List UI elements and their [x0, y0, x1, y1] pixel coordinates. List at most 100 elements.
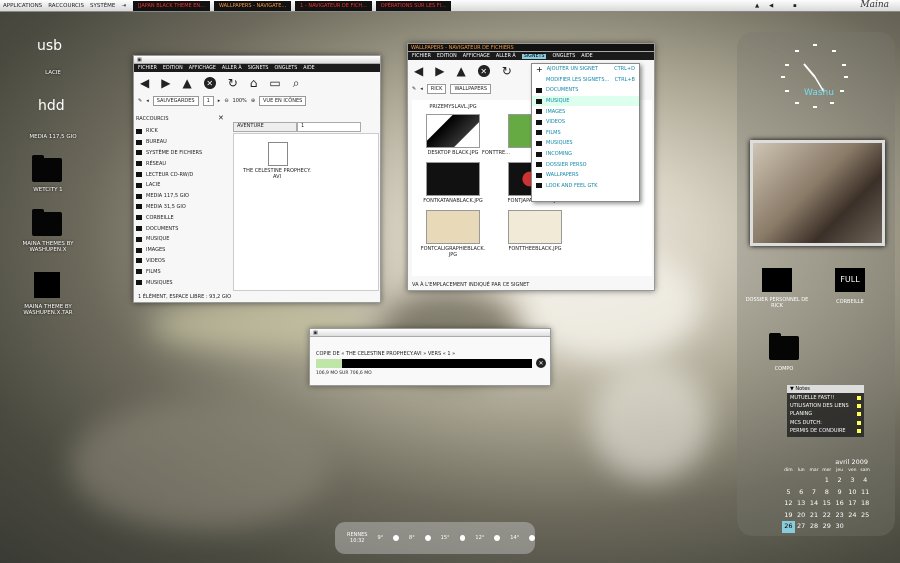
bookmark-images[interactable]: IMAGES: [532, 106, 639, 117]
wetcity-folder-icon[interactable]: [32, 155, 62, 182]
view-select[interactable]: VUE EN ICÔNES: [259, 96, 307, 106]
bookmark-films[interactable]: FILMS: [532, 128, 639, 139]
cancel-icon[interactable]: ✕: [536, 358, 546, 368]
file-label[interactable]: FONTTRE...: [482, 150, 534, 156]
path-tab-number[interactable]: 1: [202, 96, 214, 106]
path-wallpapers[interactable]: WALLPAPERS: [450, 84, 492, 94]
task-navigateur[interactable]: 1 - NAVIGATEUR DE FICH...: [295, 0, 372, 11]
video-file-icon[interactable]: [268, 142, 288, 166]
menu-affichage[interactable]: AFFICHAGE: [189, 66, 216, 71]
sidebar-item-reseau[interactable]: RÉSEAU: [136, 158, 224, 169]
tab-aventure[interactable]: AVENTURE: [233, 122, 297, 132]
wallpaper-thumb[interactable]: [426, 114, 480, 148]
file-label[interactable]: FONTTHEEBLACK.JPG: [500, 246, 570, 252]
wallpaper-thumb[interactable]: [426, 210, 480, 244]
volume-icon[interactable]: ◀: [766, 3, 776, 9]
path-sauvegardes[interactable]: SAUVEGARDES: [152, 96, 199, 106]
zoom-out-icon[interactable]: ⊖: [224, 98, 228, 104]
zoom-in-icon[interactable]: ⊕: [251, 98, 255, 104]
wallpaper-thumb[interactable]: [426, 162, 480, 196]
bookmark-musique[interactable]: MUSIQUE: [532, 95, 639, 107]
file-label[interactable]: THE CELESTINE PROPHECY. AVI: [242, 168, 312, 180]
menu-aide[interactable]: AIDE: [581, 54, 592, 59]
window-titlebar[interactable]: WALLPAPERS - NAVIGATEUR DE FICHIERS: [408, 44, 654, 52]
sidebar-item-media1[interactable]: MEDIA 117,5 GIO: [136, 191, 224, 202]
forward-icon[interactable]: ▶: [161, 76, 170, 90]
note-item[interactable]: UTILISATION DES LIENS: [787, 402, 864, 410]
mainatheme-folder-icon[interactable]: [32, 209, 62, 236]
note-item[interactable]: PLANING: [787, 410, 864, 418]
back-icon[interactable]: ◀: [140, 76, 149, 90]
up-icon[interactable]: ▲: [182, 76, 191, 90]
calendar-week[interactable]: 12 13 14 15 16 17 18: [782, 498, 872, 510]
compo-folder-icon[interactable]: [769, 333, 799, 360]
home-folder-icon[interactable]: [762, 268, 792, 292]
menu-aide[interactable]: AIDE: [303, 66, 314, 71]
sidebar-close-icon[interactable]: ✕: [218, 114, 224, 122]
sidebar-item-corbeille[interactable]: CORBEILLE: [136, 212, 224, 223]
left-arrow-icon[interactable]: ◂: [420, 86, 423, 92]
path-rick[interactable]: RICK: [426, 84, 447, 94]
sidebar-item-systeme[interactable]: SYSTÈME DE FICHIERS: [136, 148, 224, 159]
usb-label[interactable]: usb: [37, 38, 62, 54]
task-operations[interactable]: OPÉRATIONS SUR LES FI...: [375, 0, 451, 11]
file-label[interactable]: FONTKATANABLACK.JPG: [418, 198, 488, 204]
logout-icon[interactable]: ⇥: [118, 3, 129, 9]
calendar-week[interactable]: 5 6 7 8 9 10 11: [782, 487, 872, 499]
menu-signets[interactable]: SIGNETS: [248, 66, 269, 71]
forward-icon[interactable]: ▶: [435, 64, 444, 78]
notes-title[interactable]: ▼ Notes: [787, 385, 864, 394]
systeme-menu[interactable]: SYSTÈME: [87, 3, 118, 9]
file-label[interactable]: DESKTOP BLACK.JPG: [418, 150, 488, 156]
edit-location-icon[interactable]: ✎: [412, 86, 416, 92]
edit-location-icon[interactable]: ✎: [138, 98, 142, 104]
calendar-week[interactable]: 26 27 28 29 30: [782, 521, 872, 533]
notification-icon[interactable]: ▪: [790, 3, 800, 9]
left-arrow-icon[interactable]: ◂: [146, 98, 149, 104]
menu-affichage[interactable]: AFFICHAGE: [463, 54, 490, 59]
stop-icon[interactable]: ✕: [203, 77, 216, 89]
note-item[interactable]: MCS DUTCH:: [787, 419, 864, 427]
stop-icon[interactable]: ✕: [477, 65, 490, 77]
up-icon[interactable]: ▲: [456, 64, 465, 78]
sidebar-item-musiques[interactable]: MUSIQUES: [136, 277, 224, 288]
file-label[interactable]: FONTCALIGRAPHIEBLACK. JPG: [418, 246, 488, 258]
menu-signets[interactable]: SIGNETS: [521, 53, 547, 59]
menu-aller[interactable]: ALLER À: [222, 66, 242, 71]
add-bookmark-item[interactable]: + AJOUTER UN SIGNET CTRL+D: [532, 64, 639, 75]
trash-icon[interactable]: FULL: [835, 268, 865, 292]
sidebar-item-lacie[interactable]: LACIE: [136, 180, 224, 191]
menu-onglets[interactable]: ONGLETS: [552, 54, 575, 59]
note-item[interactable]: MUTUELLE FAST!!: [787, 393, 864, 401]
calendar-week[interactable]: 1234: [782, 475, 872, 487]
sidebar-item-documents[interactable]: DOCUMENTS: [136, 223, 224, 234]
tab-1[interactable]: 1: [297, 122, 361, 132]
task-wallpapers[interactable]: WALLPAPERS - NAVIGATE...: [213, 0, 292, 11]
sidebar-item-musique[interactable]: MUSIQUE: [136, 234, 224, 245]
sidebar-item-media2[interactable]: MEDIA 31,5 GIO: [136, 202, 224, 213]
reload-icon[interactable]: ↻: [228, 76, 238, 90]
search-icon[interactable]: ⌕: [293, 76, 300, 91]
menu-onglets[interactable]: ONGLETS: [274, 66, 297, 71]
menu-fichier[interactable]: FICHIER: [412, 54, 431, 59]
raccourcis-menu[interactable]: RACCOURCIS: [45, 3, 87, 9]
bookmark-documents[interactable]: DOCUMENTS: [532, 85, 639, 96]
note-item[interactable]: PERMIS DE CONDUIRE: [787, 427, 864, 435]
sidebar-header[interactable]: RACCOURCIS: [136, 116, 169, 122]
edit-bookmarks-item[interactable]: MODIFIER LES SIGNETS... CTRL+B: [532, 75, 639, 86]
calendar-month[interactable]: avril 2009: [782, 458, 872, 467]
eject-icon[interactable]: ▲: [752, 3, 762, 9]
task-japan[interactable]: [JAPAN BLACK THEME EN...: [133, 0, 210, 11]
back-icon[interactable]: ◀: [414, 64, 423, 78]
bookmark-musiques[interactable]: MUSIQUES: [532, 138, 639, 149]
sidebar-item-rick[interactable]: RICK: [136, 126, 224, 137]
wallpaper-thumb[interactable]: [508, 210, 562, 244]
window-titlebar[interactable]: ▣: [134, 56, 380, 64]
bookmark-dossier-perso[interactable]: DOSSIER PERSO: [532, 159, 639, 170]
menu-edition[interactable]: EDITION: [163, 66, 183, 71]
sidebar-item-cdrw[interactable]: LECTEUR CD-RW/D: [136, 169, 224, 180]
sidebar-item-videos[interactable]: VIDEOS: [136, 256, 224, 267]
reload-icon[interactable]: ↻: [502, 64, 512, 78]
file-label[interactable]: PRIZEMYSLAVL.JPG: [418, 104, 488, 110]
hdd-label[interactable]: hdd: [38, 98, 65, 114]
